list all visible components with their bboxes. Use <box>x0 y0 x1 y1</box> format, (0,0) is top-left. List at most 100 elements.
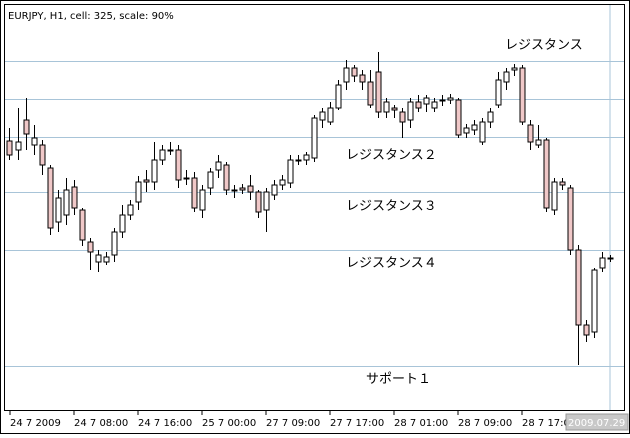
candle-body-up <box>199 189 206 211</box>
candle-body-up <box>511 67 518 71</box>
candle-body-down <box>583 324 590 336</box>
candle <box>367 70 374 108</box>
candle <box>431 98 438 112</box>
candle-body-up <box>551 181 558 211</box>
candle-body-down <box>367 81 374 106</box>
candle-body-down <box>71 186 78 209</box>
x-tick-label: 27 7 17:00 <box>330 418 384 429</box>
candle-body-down <box>39 144 46 166</box>
candle <box>607 255 614 262</box>
candle <box>31 125 38 155</box>
candle-body-down <box>87 241 94 253</box>
candle <box>551 178 558 215</box>
candle <box>351 65 358 82</box>
candle <box>423 95 430 112</box>
candle-body-up <box>479 121 486 143</box>
candle-body-up <box>183 177 190 180</box>
candle-body-up <box>63 189 70 216</box>
x-tick-label: 24 7 16:00 <box>138 418 192 429</box>
candle-body-down <box>143 179 150 183</box>
candle <box>311 115 318 162</box>
x-tick-label: 24 7 08:00 <box>74 418 128 429</box>
x-tick-label: 28 7 09:00 <box>458 418 512 429</box>
candle <box>87 238 94 270</box>
candle <box>303 152 310 165</box>
candle-body-up <box>495 79 502 106</box>
candle <box>479 118 486 145</box>
candle-body-down <box>543 139 550 209</box>
candle-body-up <box>383 101 390 113</box>
candle-body-up <box>599 257 606 269</box>
candle-body-up <box>303 154 310 161</box>
candle-body-up <box>327 107 334 123</box>
x-tick-label: 27 7 09:00 <box>266 418 320 429</box>
candle-body-up <box>167 149 174 152</box>
candle-body-down <box>415 101 422 109</box>
candle <box>263 188 270 232</box>
candle <box>591 268 598 338</box>
candle-body-up <box>591 269 598 333</box>
candle <box>119 205 126 238</box>
candle <box>327 102 334 125</box>
candle <box>487 108 494 128</box>
candle <box>343 60 350 90</box>
candle-body-up <box>31 137 38 146</box>
candle <box>495 72 502 108</box>
candle-body-up <box>439 99 446 102</box>
candle <box>471 120 478 135</box>
candle <box>463 124 470 138</box>
candle-body-up <box>103 256 110 263</box>
candle-body-up <box>135 181 142 203</box>
candle-body-up <box>279 179 286 186</box>
candle <box>159 145 166 165</box>
candle <box>63 178 70 225</box>
outer-border <box>0 0 630 434</box>
candle-body-up <box>111 231 118 256</box>
candle-body-down <box>455 99 462 136</box>
candle-body-up <box>207 171 214 189</box>
candle-body-up <box>343 67 350 83</box>
candle <box>135 176 142 210</box>
candle-body-up <box>463 127 470 134</box>
candle <box>95 250 102 272</box>
candle-body-down <box>559 181 566 186</box>
candle <box>567 185 574 255</box>
candle <box>191 172 198 212</box>
candle <box>519 65 526 125</box>
candle-body-up <box>95 254 102 263</box>
candle <box>543 138 550 212</box>
candle-body-down <box>359 74 366 83</box>
candle <box>335 80 342 110</box>
chart-title: EURJPY, H1, cell: 325, scale: 90% <box>8 11 174 22</box>
candle-body-up <box>159 149 166 161</box>
candle <box>503 68 510 90</box>
candle-body-up <box>487 111 494 123</box>
candle <box>527 120 534 150</box>
candle-body-down <box>223 164 230 191</box>
candle <box>599 252 606 272</box>
level-label-resistance-4: レジスタンス４ <box>346 256 437 271</box>
candle-body-down <box>575 249 582 326</box>
candle-body-down <box>255 191 262 213</box>
candle <box>383 98 390 118</box>
candle-body-up <box>447 97 454 101</box>
candle-body-up <box>127 204 134 216</box>
candle-body-down <box>175 149 182 181</box>
candle <box>23 98 30 150</box>
candle-body-up <box>319 111 326 121</box>
candle-body-down <box>527 124 534 143</box>
candle <box>255 190 262 218</box>
candle-body-up <box>503 71 510 83</box>
candle <box>111 228 118 262</box>
candle <box>215 155 222 178</box>
candle-body-down <box>519 67 526 123</box>
candle-body-down <box>375 71 382 113</box>
candle-body-down <box>79 209 86 241</box>
level-label-resistance-3: レジスタンス３ <box>346 199 437 214</box>
candle <box>287 155 294 188</box>
candle-body-up <box>471 124 478 131</box>
candle <box>279 175 286 190</box>
candle <box>223 162 230 195</box>
level-label-resistance-2: レジスタンス２ <box>346 148 437 163</box>
candle <box>15 108 22 160</box>
